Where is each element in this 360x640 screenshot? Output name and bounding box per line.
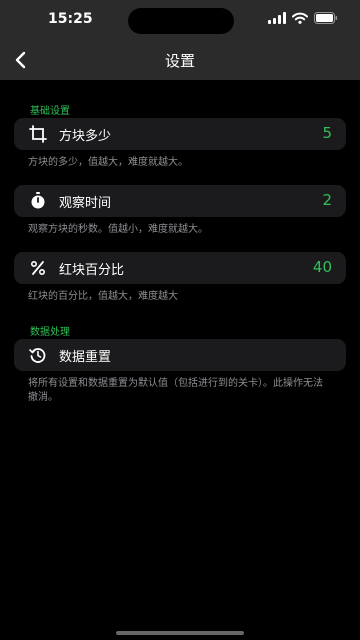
status-icons	[268, 12, 338, 24]
setting-row-red-percent[interactable]: 红块百分比 40	[14, 252, 346, 284]
setting-label: 方块多少	[59, 129, 112, 144]
percent-icon	[28, 258, 48, 278]
stopwatch-icon	[28, 191, 48, 211]
setting-hint: 红块的百分比，值越大，难度越大	[28, 291, 178, 302]
section-title-data: 数据处理	[30, 327, 70, 338]
crop-icon	[28, 124, 48, 144]
signal-icon	[268, 12, 286, 24]
setting-row-time[interactable]: 观察时间 2	[14, 185, 346, 217]
wifi-icon	[292, 12, 308, 24]
setting-label: 红块百分比	[59, 263, 125, 278]
page-title: 设置	[164, 52, 195, 70]
setting-value[interactable]: 2	[322, 191, 332, 209]
setting-hint: 方块的多少，值越大，难度就越大。	[28, 157, 188, 168]
reset-hint: 将所有设置和数据重置为默认值（包括进行到的关卡）。此操作无法撤消。	[28, 378, 323, 403]
setting-value[interactable]: 40	[313, 258, 332, 276]
nav-bar: 设置	[0, 40, 360, 80]
battery-icon	[314, 12, 338, 24]
status-bar: 15:25	[0, 0, 360, 40]
setting-value[interactable]: 5	[322, 124, 332, 142]
setting-hint: 观察方块的秒数。值越小，难度就越大。	[28, 224, 208, 235]
setting-label: 观察时间	[59, 196, 112, 211]
reset-data-button[interactable]: 数据重置	[14, 339, 346, 371]
history-icon	[28, 345, 48, 365]
section-title-basic: 基础设置	[30, 106, 70, 117]
status-time: 15:25	[48, 11, 93, 27]
reset-label: 数据重置	[59, 350, 112, 365]
setting-row-blocks[interactable]: 方块多少 5	[14, 118, 346, 150]
home-indicator[interactable]	[116, 631, 244, 635]
dynamic-island	[128, 8, 234, 34]
